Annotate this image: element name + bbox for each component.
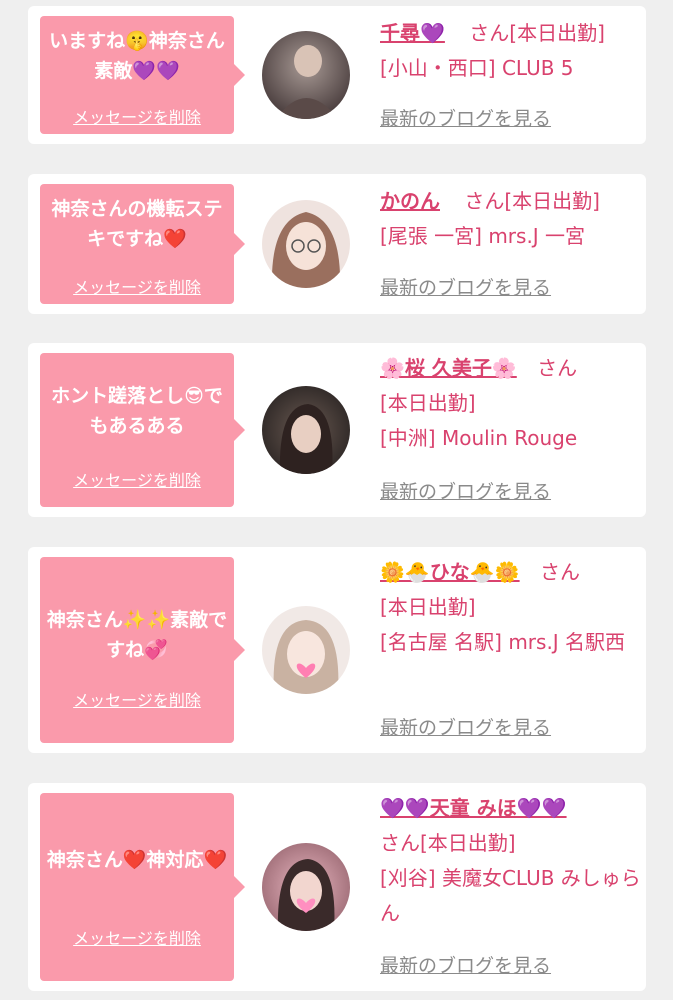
message-text: いますね🤫神奈さん素敵💜💜: [49, 30, 225, 82]
message-text: 神奈さんの機転ステキですね❤️: [51, 198, 223, 250]
delete-message-link[interactable]: メッセージを削除: [40, 467, 234, 491]
shop-text: [尾張 一宮] mrs.J 一宮: [380, 224, 586, 248]
message-card: 神奈さん✨✨素敵ですね💞 メッセージを削除 🌼🐣ひな🐣🌼 さん [本日出勤] […: [28, 547, 646, 753]
message-text: 神奈さん✨✨素敵ですね💞: [46, 609, 228, 661]
cast-info: 🌼🐣ひな🐣🌼 さん [本日出勤] [名古屋 名駅] mrs.J 名駅西: [380, 555, 642, 660]
message-text: ホント蹉落とし😎でもあるある: [51, 385, 223, 437]
status-text: [本日出勤]: [509, 21, 605, 45]
cast-name-link[interactable]: かのん: [380, 189, 440, 213]
message-card: 神奈さんの機転ステキですね❤️ メッセージを削除 かのん さん[本日出勤] [尾…: [28, 174, 646, 314]
shop-text: [中洲] Moulin Rouge: [380, 426, 578, 450]
honorific: さん: [539, 560, 580, 584]
cast-name-link[interactable]: 🌼🐣ひな🐣🌼: [380, 560, 520, 584]
status-text: [本日出勤]: [380, 391, 476, 415]
avatar[interactable]: [262, 31, 350, 119]
shop-text: [名古屋 名駅] mrs.J 名駅西: [380, 630, 626, 654]
status-text: [本日出勤]: [380, 595, 476, 619]
message-card: ホント蹉落とし😎でもあるある メッセージを削除 🌸桜 久美子🌸 さん [本日出勤…: [28, 343, 646, 517]
message-bubble: いますね🤫神奈さん素敵💜💜 メッセージを削除: [40, 16, 245, 134]
cast-name-link[interactable]: 💜💜天童 みほ💜💜: [380, 796, 567, 820]
status-text: [本日出勤]: [504, 189, 600, 213]
cast-info: かのん さん[本日出勤] [尾張 一宮] mrs.J 一宮: [380, 184, 642, 254]
cast-info: 🌸桜 久美子🌸 さん [本日出勤] [中洲] Moulin Rouge: [380, 351, 642, 456]
honorific: さん: [537, 356, 578, 380]
message-bubble: ホント蹉落とし😎でもあるある メッセージを削除: [40, 353, 245, 507]
delete-message-link[interactable]: メッセージを削除: [40, 687, 234, 711]
message-bubble: 神奈さん❤️神対応❤️ メッセージを削除: [40, 793, 245, 981]
blog-link[interactable]: 最新のブログを見る: [380, 951, 551, 978]
message-bubble: 神奈さん✨✨素敵ですね💞 メッセージを削除: [40, 557, 245, 743]
delete-message-link[interactable]: メッセージを削除: [40, 274, 234, 298]
message-bubble: 神奈さんの機転ステキですね❤️ メッセージを削除: [40, 184, 245, 304]
cast-name-link[interactable]: 🌸桜 久美子🌸: [380, 356, 517, 380]
blog-link[interactable]: 最新のブログを見る: [380, 477, 551, 504]
message-text: 神奈さん❤️神対応❤️: [46, 849, 228, 871]
blog-link[interactable]: 最新のブログを見る: [380, 713, 551, 740]
avatar[interactable]: [262, 843, 350, 931]
avatar[interactable]: [262, 200, 350, 288]
honorific: さん: [464, 189, 505, 213]
honorific: さん: [380, 831, 420, 855]
cast-name-link[interactable]: 千尋💜: [380, 21, 445, 45]
delete-message-link[interactable]: メッセージを削除: [40, 925, 234, 949]
status-text: [本日出勤]: [420, 831, 516, 855]
blog-link[interactable]: 最新のブログを見る: [380, 273, 551, 300]
delete-message-link[interactable]: メッセージを削除: [40, 104, 234, 128]
avatar[interactable]: [262, 386, 350, 474]
honorific: さん: [469, 21, 510, 45]
shop-text: [小山・西口] CLUB 5: [380, 56, 574, 80]
message-card: 神奈さん❤️神対応❤️ メッセージを削除 💜💜天童 みほ💜💜 さん[本日出勤] …: [28, 783, 646, 991]
cast-info: 千尋💜 さん[本日出勤] [小山・西口] CLUB 5: [380, 16, 642, 86]
message-card: いますね🤫神奈さん素敵💜💜 メッセージを削除 千尋💜 さん[本日出勤] [小山・…: [28, 6, 646, 144]
shop-text: [刈谷] 美魔女CLUB みしゅらん: [380, 866, 641, 925]
cast-info: 💜💜天童 みほ💜💜 さん[本日出勤] [刈谷] 美魔女CLUB みしゅらん: [380, 791, 642, 931]
blog-link[interactable]: 最新のブログを見る: [380, 104, 551, 131]
avatar[interactable]: [262, 606, 350, 694]
